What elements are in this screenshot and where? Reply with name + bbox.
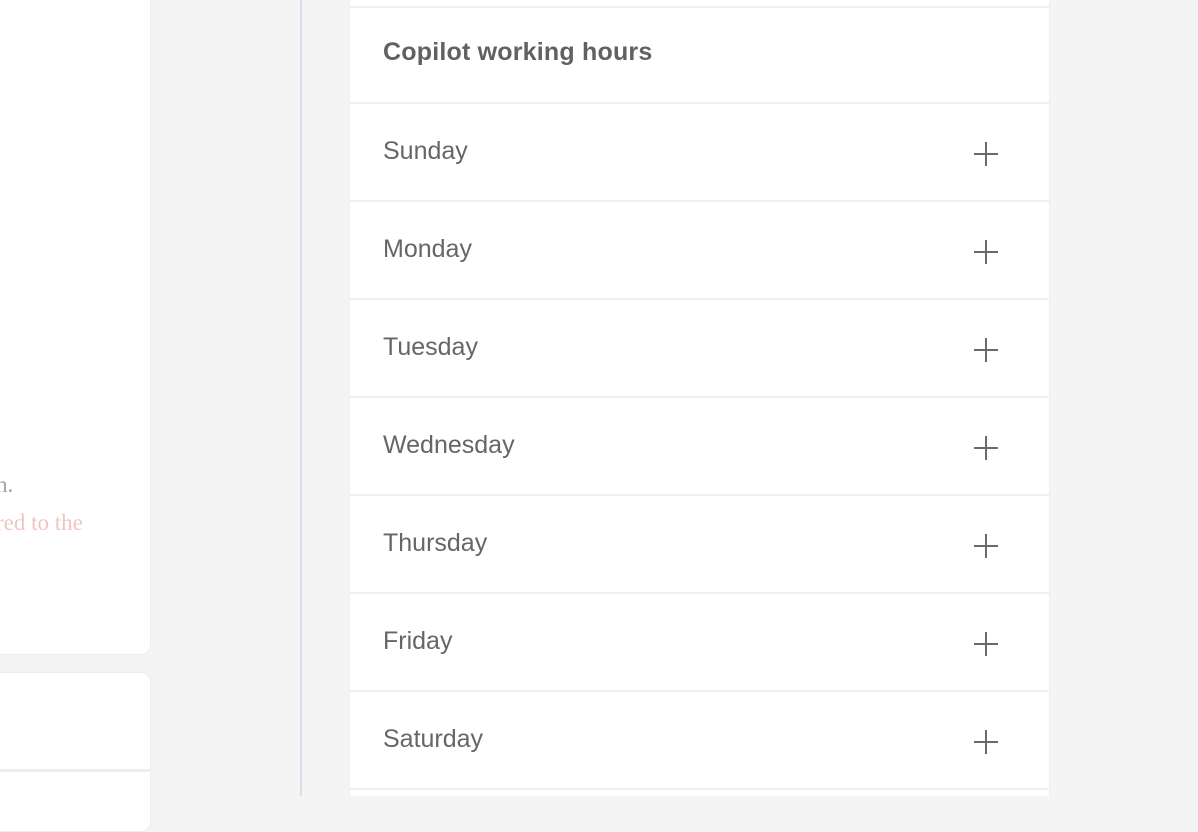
left-secondary-card <box>0 672 151 832</box>
vertical-divider <box>300 0 302 796</box>
working-hours-header: Copilot working hours <box>350 8 1049 104</box>
add-monday-hours-plus-icon[interactable] <box>974 240 998 264</box>
day-label-friday: Friday <box>383 627 453 655</box>
day-row-sunday[interactable]: Sunday <box>350 104 1049 202</box>
left-card-warning-text-fragment: red to the <box>0 510 83 535</box>
day-list: Sunday Monday Tuesday Wednesday Thursday… <box>350 104 1049 790</box>
add-saturday-hours-plus-icon[interactable] <box>974 730 998 754</box>
day-label-monday: Monday <box>383 235 472 263</box>
working-hours-panel: Copilot working hours Sunday Monday Tues… <box>349 0 1050 796</box>
day-label-saturday: Saturday <box>383 725 484 753</box>
day-row-tuesday[interactable]: Tuesday <box>350 300 1049 398</box>
day-label-sunday: Sunday <box>383 137 468 165</box>
left-content-card <box>0 0 151 655</box>
day-row-wednesday[interactable]: Wednesday <box>350 398 1049 496</box>
day-label-wednesday: Wednesday <box>383 431 515 459</box>
add-sunday-hours-plus-icon[interactable] <box>974 142 998 166</box>
add-thursday-hours-plus-icon[interactable] <box>974 534 998 558</box>
working-hours-title: Copilot working hours <box>383 38 653 66</box>
day-label-thursday: Thursday <box>383 529 488 557</box>
day-row-saturday[interactable]: Saturday <box>350 692 1049 790</box>
add-wednesday-hours-plus-icon[interactable] <box>974 436 998 460</box>
left-card-text-fragment: n. <box>0 472 14 497</box>
left-card-divider <box>0 769 150 772</box>
day-row-friday[interactable]: Friday <box>350 594 1049 692</box>
day-row-monday[interactable]: Monday <box>350 202 1049 300</box>
day-label-tuesday: Tuesday <box>383 333 478 361</box>
add-friday-hours-plus-icon[interactable] <box>974 632 998 656</box>
add-tuesday-hours-plus-icon[interactable] <box>974 338 998 362</box>
day-row-thursday[interactable]: Thursday <box>350 496 1049 594</box>
